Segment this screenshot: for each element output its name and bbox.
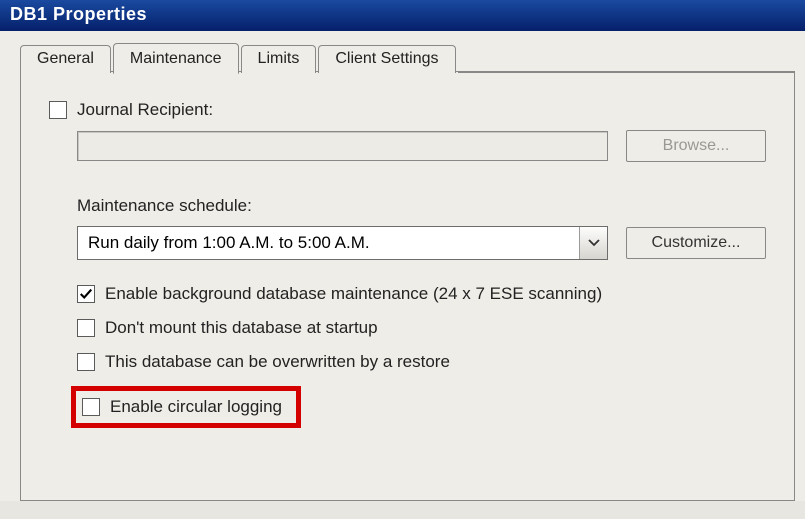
tab-strip-filler — [458, 72, 796, 73]
option-circular-logging-row: Enable circular logging — [77, 386, 766, 428]
circular-logging-highlight: Enable circular logging — [71, 386, 301, 428]
schedule-select[interactable]: Run daily from 1:00 A.M. to 5:00 A.M. — [77, 226, 608, 260]
overwrite-label: This database can be overwritten by a re… — [105, 352, 450, 372]
circular-logging-checkbox[interactable] — [82, 398, 100, 416]
title-bar: DB1 Properties — [0, 0, 805, 31]
schedule-label-row: Maintenance schedule: — [49, 196, 766, 216]
tab-client-settings[interactable]: Client Settings — [318, 45, 455, 73]
journal-recipient-input[interactable] — [77, 131, 608, 161]
window-title: DB1 Properties — [10, 4, 147, 24]
tab-general[interactable]: General — [20, 45, 111, 73]
option-bg-maintenance: Enable background database maintenance (… — [77, 284, 766, 304]
circular-logging-label: Enable circular logging — [110, 397, 282, 417]
tab-limits[interactable]: Limits — [241, 45, 317, 73]
option-overwrite: This database can be overwritten by a re… — [77, 352, 766, 372]
overwrite-checkbox[interactable] — [77, 353, 95, 371]
journal-recipient-label: Journal Recipient: — [77, 100, 213, 120]
browse-button[interactable]: Browse... — [626, 130, 766, 162]
bg-maintenance-label: Enable background database maintenance (… — [105, 284, 602, 304]
option-dont-mount: Don't mount this database at startup — [77, 318, 766, 338]
tab-maintenance[interactable]: Maintenance — [113, 43, 239, 74]
schedule-row: Run daily from 1:00 A.M. to 5:00 A.M. Cu… — [49, 226, 766, 260]
tab-panel-maintenance: Journal Recipient: Browse... Maintenance… — [20, 71, 795, 501]
dont-mount-checkbox[interactable] — [77, 319, 95, 337]
journal-recipient-input-row: Browse... — [49, 130, 766, 162]
bg-maintenance-checkbox[interactable] — [77, 285, 95, 303]
customize-button[interactable]: Customize... — [626, 227, 766, 259]
options-list: Enable background database maintenance (… — [49, 284, 766, 428]
schedule-label: Maintenance schedule: — [77, 196, 252, 216]
dont-mount-label: Don't mount this database at startup — [105, 318, 378, 338]
dialog-body: General Maintenance Limits Client Settin… — [0, 31, 805, 501]
schedule-selected-value: Run daily from 1:00 A.M. to 5:00 A.M. — [88, 233, 579, 253]
chevron-down-icon — [579, 227, 607, 259]
journal-recipient-checkbox[interactable] — [49, 101, 67, 119]
journal-recipient-row: Journal Recipient: — [49, 100, 766, 120]
tab-strip: General Maintenance Limits Client Settin… — [20, 41, 795, 72]
